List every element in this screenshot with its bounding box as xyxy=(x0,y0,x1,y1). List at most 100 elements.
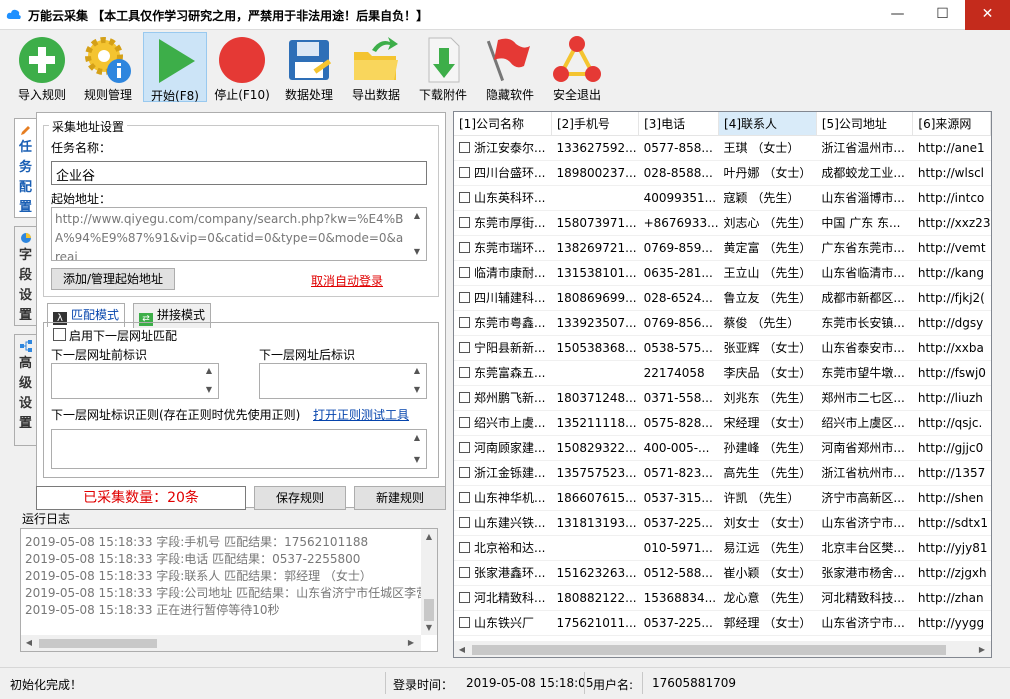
row-checkbox[interactable] xyxy=(459,142,470,153)
task-name-input[interactable]: 企业谷 xyxy=(51,161,427,185)
column-header[interactable]: [5]公司地址 xyxy=(816,112,914,136)
tab-advanced-settings[interactable]: 高级设置 xyxy=(14,334,36,446)
row-checkbox[interactable] xyxy=(459,392,470,403)
table-cell: 张亚辉 （女士） xyxy=(718,335,817,361)
grid-horizontal-scrollbar[interactable]: ◀ ▶ xyxy=(454,641,991,657)
row-checkbox[interactable] xyxy=(459,492,470,503)
new-rule-button[interactable]: 新建规则 xyxy=(354,486,446,510)
start-url-textarea[interactable]: http://www.qiyegu.com/company/search.php… xyxy=(51,207,427,261)
table-row[interactable]: 东莞市瑞环... 138269721... 0769-859... 黄定富 （先生）广… xyxy=(454,235,991,261)
log-horizontal-scrollbar[interactable]: ◀ ▶ xyxy=(21,635,421,651)
row-checkbox[interactable] xyxy=(459,542,470,553)
log-hscroll-thumb[interactable] xyxy=(39,639,157,648)
suffix-up-arrow-icon[interactable]: ▲ xyxy=(411,366,423,375)
rule-manage-button[interactable]: 规则管理 xyxy=(78,32,138,102)
scroll-down-arrow-icon[interactable]: ▼ xyxy=(421,623,437,632)
row-checkbox[interactable] xyxy=(459,292,470,303)
scroll-right-arrow-icon[interactable]: ▶ xyxy=(976,645,988,654)
close-button[interactable]: ✕ xyxy=(965,0,1010,30)
table-row[interactable]: 张家港鑫环... 151623263... 0512-588... 崔小颖 （女士）张… xyxy=(454,560,991,586)
row-checkbox[interactable] xyxy=(459,417,470,428)
log-vertical-scrollbar[interactable]: ▲ ▼ xyxy=(421,529,437,635)
row-checkbox[interactable] xyxy=(459,342,470,353)
next-prefix-textarea[interactable] xyxy=(51,363,219,399)
tab-field-settings-label: 字段设置 xyxy=(18,248,32,323)
import-rules-button[interactable]: 导入规则 xyxy=(12,32,72,102)
table-cell: 东莞市长安镇... xyxy=(816,310,913,336)
tab-field-settings[interactable]: 字段设置 xyxy=(14,226,36,326)
row-checkbox[interactable] xyxy=(459,442,470,453)
download-attachments-button[interactable]: 下载附件 xyxy=(413,32,473,102)
suffix-down-arrow-icon[interactable]: ▼ xyxy=(411,385,423,394)
table-row[interactable]: 浙江安泰尔... 133627592... 0577-858... 王琪 （女士） 浙江… xyxy=(454,135,991,161)
table-row[interactable]: 东莞富森五... 22174058 李庆品 （女士） 东莞市望牛墩... http://… xyxy=(454,360,991,386)
row-checkbox[interactable] xyxy=(459,192,470,203)
row-checkbox[interactable] xyxy=(459,517,470,528)
scroll-down-arrow-icon[interactable]: ▼ xyxy=(411,247,423,256)
table-cell: 寇颖 （先生） xyxy=(718,185,817,211)
regex-up-arrow-icon[interactable]: ▲ xyxy=(411,433,423,442)
maximize-button[interactable]: ☐ xyxy=(920,0,965,30)
row-checkbox[interactable] xyxy=(459,167,470,178)
hide-software-button[interactable]: 隐藏软件 xyxy=(480,32,540,102)
minimize-button[interactable]: — xyxy=(875,0,920,30)
table-row[interactable]: 北京裕和达... 010-5971... 易江远 （先生） 北京丰台区樊... http… xyxy=(454,535,991,561)
safe-exit-button[interactable]: 安全退出 xyxy=(547,32,607,102)
prefix-up-arrow-icon[interactable]: ▲ xyxy=(203,366,215,375)
table-row[interactable]: 绍兴市上虞... 135211118... 0575-828... 宋经理 （女士）绍… xyxy=(454,410,991,436)
tab-task-config[interactable]: 任务配置 xyxy=(14,118,36,218)
scroll-up-arrow-icon[interactable]: ▲ xyxy=(421,532,437,541)
cancel-auto-login-link[interactable]: 取消自动登录 xyxy=(311,272,383,289)
prefix-down-arrow-icon[interactable]: ▼ xyxy=(203,385,215,394)
row-checkbox[interactable] xyxy=(459,567,470,578)
data-process-button[interactable]: 数据处理 xyxy=(279,32,339,102)
column-header[interactable]: [6]来源网 xyxy=(912,112,991,136)
row-checkbox[interactable] xyxy=(459,367,470,378)
column-header[interactable]: [1]公司名称 xyxy=(454,112,552,136)
scroll-left-arrow-icon[interactable]: ◀ xyxy=(456,645,468,654)
scroll-up-arrow-icon[interactable]: ▲ xyxy=(411,211,423,220)
log-vscroll-thumb[interactable] xyxy=(424,599,434,621)
column-header[interactable]: [4]联系人 xyxy=(718,112,817,136)
grid-hscroll-thumb[interactable] xyxy=(472,645,946,655)
stop-button[interactable]: 停止(F10) xyxy=(212,32,272,102)
table-row[interactable]: 东莞市厚街... 158073971... +8676933... 刘志心 （先生）中… xyxy=(454,210,991,236)
open-regex-tool-link[interactable]: 打开正则测试工具 xyxy=(313,406,409,423)
enable-next-level-checkbox[interactable] xyxy=(53,328,66,341)
column-header[interactable]: [3]电话 xyxy=(638,112,720,136)
table-row[interactable]: 河北精致科... 180882122... 15368834... 龙心意 （先生）河… xyxy=(454,585,991,611)
scroll-left-arrow-icon[interactable]: ◀ xyxy=(23,638,35,647)
next-suffix-textarea[interactable] xyxy=(259,363,427,399)
row-checkbox[interactable] xyxy=(459,617,470,628)
table-row[interactable]: 河南顾家建... 150829322... 400-005-... 孙建峰 （先生）河… xyxy=(454,435,991,461)
table-row[interactable]: 山东建兴铁... 131813193... 0537-225... 刘女士 （女士）山… xyxy=(454,510,991,536)
row-checkbox[interactable] xyxy=(459,267,470,278)
table-cell: 河北精致科技... xyxy=(816,585,913,611)
table-row[interactable]: 四川台盛环... 189800237... 028-8588... 叶丹娜 （女士）成… xyxy=(454,160,991,186)
table-row[interactable]: 山东铁兴厂 175621011... 0537-225... 郭经理 （女士） 山东省济… xyxy=(454,610,991,636)
row-checkbox[interactable] xyxy=(459,217,470,228)
table-cell: 0571-823... xyxy=(638,460,719,486)
start-button[interactable]: 开始(F8) xyxy=(143,32,207,103)
export-data-button[interactable]: 导出数据 xyxy=(346,32,406,102)
user-label: 用户名: xyxy=(593,678,634,692)
table-row[interactable]: 临清市康耐... 131538101... 0635-281... 王立山 （先生）山… xyxy=(454,260,991,286)
save-rule-button[interactable]: 保存规则 xyxy=(254,486,346,510)
table-row[interactable]: 郑州鹏飞新... 180371248... 0371-558... 刘兆东 （先生）郑… xyxy=(454,385,991,411)
table-row[interactable]: 东莞市粤鑫... 133923507... 0769-856... 蔡俊 （先生） 东莞… xyxy=(454,310,991,336)
row-checkbox[interactable] xyxy=(459,242,470,253)
row-checkbox[interactable] xyxy=(459,317,470,328)
add-manage-url-button[interactable]: 添加/管理起始地址 xyxy=(51,268,175,290)
scroll-right-arrow-icon[interactable]: ▶ xyxy=(405,638,417,647)
table-row[interactable]: 四川辅建科... 180869699... 028-6524... 鲁立友 （先生）成… xyxy=(454,285,991,311)
table-row[interactable]: 山东英科环... 40099351... 寇颖 （先生） 山东省淄博市... http:… xyxy=(454,185,991,211)
table-row[interactable]: 宁阳县新新... 150538368... 0538-575... 张亚辉 （女士）山… xyxy=(454,335,991,361)
results-table-body: [1]公司名称 [2]手机号 [3]电话 [4]联系人 [5]公司地址 [6]来源网 浙江… xyxy=(454,112,991,636)
regex-down-arrow-icon[interactable]: ▼ xyxy=(411,455,423,464)
row-checkbox[interactable] xyxy=(459,592,470,603)
row-checkbox[interactable] xyxy=(459,467,470,478)
next-regex-textarea[interactable] xyxy=(51,429,427,469)
column-header[interactable]: [2]手机号 xyxy=(551,112,640,136)
table-row[interactable]: 山东神华机... 186607615... 0537-315... 许凯 （先生） 济宁… xyxy=(454,485,991,511)
table-row[interactable]: 浙江金铄建... 135757523... 0571-823... 高先生 （先生）浙… xyxy=(454,460,991,486)
